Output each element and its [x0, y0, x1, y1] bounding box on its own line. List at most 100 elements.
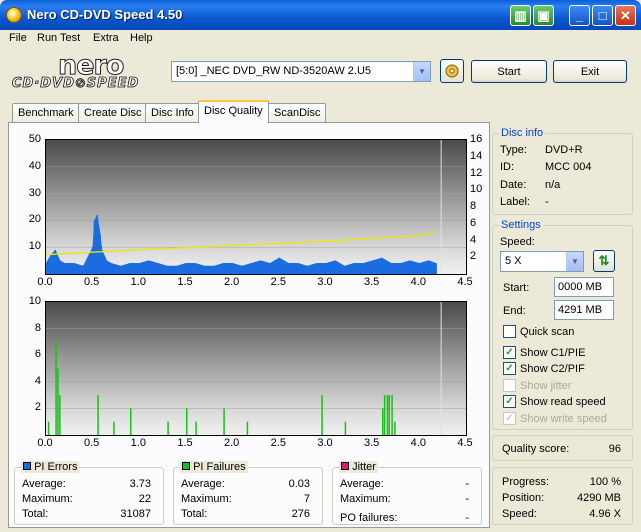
pi-failures-title-text: PI Failures	[193, 461, 246, 473]
eject-button[interactable]	[440, 59, 464, 83]
pi-failures-maximum: 7	[303, 493, 310, 505]
po-failures-value: -	[465, 512, 469, 524]
x-tick-label: 3.5	[364, 437, 380, 449]
show-c2pif-label: Show C2/PIF	[520, 362, 585, 375]
x-tick-label: 0.0	[37, 437, 53, 449]
start-button[interactable]: Start	[471, 60, 547, 83]
refresh-speed-button[interactable]: ⇅	[593, 250, 615, 272]
pi-failure-bar	[388, 395, 391, 435]
maximize-button[interactable]: □	[592, 5, 613, 26]
show-jitter-checkbox[interactable]: Show jitter	[503, 379, 571, 392]
checkmark-icon: ✓	[503, 362, 516, 375]
pi-failure-bar	[391, 395, 393, 435]
start-input[interactable]: 0000 MB	[554, 277, 614, 297]
x-tick-label: 4.0	[410, 276, 426, 288]
pi-failure-bar	[394, 421, 396, 435]
read-speed-label: Speed:	[502, 508, 537, 520]
end-input[interactable]: 4291 MB	[554, 300, 614, 320]
pi-failure-bar	[167, 421, 169, 435]
pi-failure-bar	[344, 421, 347, 435]
speed-select-value: 5 X	[505, 255, 522, 267]
y-tick-label: 20	[28, 213, 41, 226]
x-tick-label: 1.5	[177, 276, 193, 288]
show-c2pif-checkbox[interactable]: ✓ Show C2/PIF	[503, 362, 585, 375]
position-label: Position:	[502, 492, 545, 504]
close-button[interactable]: ✕	[615, 5, 636, 26]
pi-failures-swatch	[182, 462, 190, 470]
pi-errors-swatch	[23, 462, 31, 470]
pi-errors-chart	[45, 139, 467, 275]
drive-select[interactable]: [5:0] _NEC DVD_RW ND-3520AW 2.U5 ▼	[171, 61, 431, 82]
tab-create-disc[interactable]: Create Disc	[78, 103, 148, 122]
jitter-group: Jitter Average: - Maximum: - PO failures…	[332, 461, 482, 525]
checkbox-empty-icon	[503, 325, 516, 338]
layout-icon[interactable]: ▥	[510, 5, 531, 26]
show-jitter-label: Show jitter	[520, 379, 572, 392]
pi-failures-maximum-label: Maximum:	[181, 493, 232, 505]
x-tick-label: 2.5	[270, 276, 286, 288]
jitter-average-label: Average:	[340, 478, 384, 490]
window-title: Nero CD-DVD Speed 4.50	[27, 7, 183, 22]
y-tick-label: 4	[34, 374, 41, 387]
disc-info-group: Disc info Type: DVD+R ID: MCC 004 Date: …	[492, 127, 633, 215]
y2-tick-label: 4	[470, 233, 477, 246]
x-tick-label: 3.0	[317, 276, 333, 288]
jitter-title-text: Jitter	[352, 461, 376, 473]
tab-disc-info[interactable]: Disc Info	[145, 103, 200, 122]
checkmark-icon: ✓	[503, 395, 516, 408]
pi-failure-bar	[113, 421, 115, 435]
x-tick-label: 2.0	[224, 276, 240, 288]
pi-failure-bar	[55, 341, 57, 435]
save-icon[interactable]: ▣	[533, 5, 554, 26]
pi-failure-bar	[130, 408, 132, 435]
x-tick-label: 2.0	[224, 437, 240, 449]
show-c1pie-checkbox[interactable]: ✓ Show C1/PIE	[503, 346, 585, 359]
x-tick-label: 1.0	[130, 437, 146, 449]
y2-tick-label: 16	[470, 133, 483, 145]
y-tick-label: 30	[28, 186, 41, 199]
chevron-down-icon[interactable]: ▼	[413, 62, 430, 81]
quality-score-value: 96	[608, 443, 621, 455]
disc-type-value: DVD+R	[545, 144, 583, 156]
y2-tick-label: 2	[470, 250, 477, 263]
quality-score-group: Quality score: 96	[492, 435, 633, 461]
pi-failures-average: 0.03	[288, 478, 310, 490]
checkmark-icon: ✓	[503, 412, 516, 425]
jitter-swatch	[341, 462, 349, 470]
show-read-speed-checkbox[interactable]: ✓ Show read speed	[503, 395, 606, 408]
po-failures-label: PO failures:	[340, 512, 398, 524]
show-write-speed-checkbox[interactable]: ✓ Show write speed	[503, 412, 607, 425]
x-tick-label: 1.5	[177, 437, 193, 449]
x-tick-label: 1.0	[130, 276, 146, 288]
pi-errors-title: PI Errors	[21, 461, 80, 473]
y-tick-label: 40	[28, 159, 41, 172]
x-tick-label: 0.5	[84, 437, 100, 449]
tab-disc-quality[interactable]: Disc Quality	[198, 100, 269, 123]
quick-scan-checkbox[interactable]: Quick scan	[503, 325, 574, 338]
nero-logo: nero CD·DVD⊘SPEED	[12, 50, 162, 92]
menu-run-test[interactable]: Run Test	[37, 32, 80, 44]
y2-tick-label: 8	[470, 200, 477, 212]
jitter-title: Jitter	[339, 461, 378, 473]
pi-failures-title: PI Failures	[180, 461, 248, 473]
speed-select[interactable]: 5 X ▼	[500, 251, 584, 272]
pi-failures-total: 276	[291, 508, 310, 520]
tab-benchmark[interactable]: Benchmark	[12, 103, 80, 122]
read-speed-value: 4.96 X	[589, 508, 621, 520]
settings-group: Settings Speed: 5 X ▼ ⇅ Start: 0000 MB E…	[492, 219, 633, 430]
chevron-down-icon[interactable]: ▼	[566, 252, 583, 271]
menu-file[interactable]: File	[9, 32, 27, 44]
minimize-button[interactable]: _	[569, 5, 590, 26]
y-tick-label: 2	[34, 401, 41, 414]
menu-help[interactable]: Help	[130, 32, 153, 44]
pi-failures-average-label: Average:	[181, 478, 225, 490]
menu-extra[interactable]: Extra	[93, 32, 119, 44]
pi-failure-bar	[186, 408, 188, 435]
tab-scandisc[interactable]: ScanDisc	[268, 103, 327, 122]
jitter-average: -	[465, 478, 469, 490]
disc-date-value: n/a	[545, 179, 561, 191]
end-label: End:	[503, 305, 526, 317]
exit-button[interactable]: Exit	[553, 60, 627, 83]
pi-failure-bar	[195, 421, 197, 435]
pi-failure-bar	[382, 408, 384, 435]
